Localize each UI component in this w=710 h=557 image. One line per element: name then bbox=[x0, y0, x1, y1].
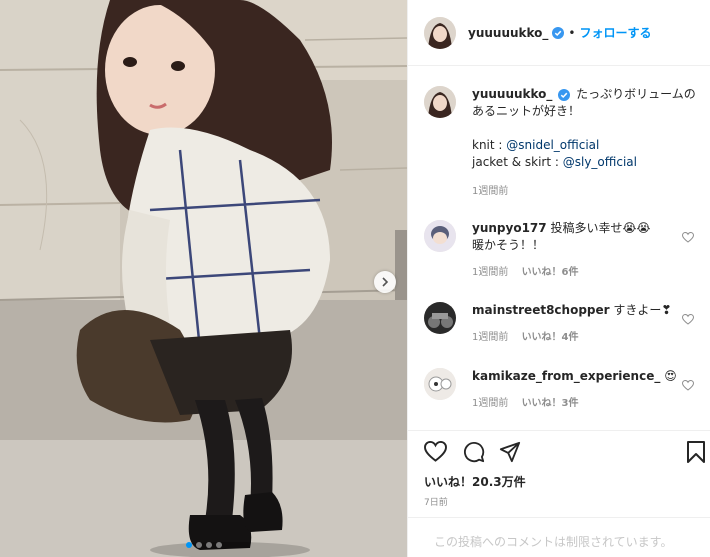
caption-body: yuuuuukko_ たっぷりボリュームの あるニットが好き！ knit : @… bbox=[472, 86, 702, 200]
comments-restricted-notice: この投稿へのコメントは制限されています。 bbox=[408, 517, 710, 557]
bookmark-icon[interactable] bbox=[687, 441, 705, 463]
verified-badge-icon bbox=[558, 88, 571, 101]
carousel-next-button[interactable] bbox=[374, 271, 396, 293]
caption: yuuuuukko_ たっぷりボリュームの あるニットが好き！ knit : @… bbox=[424, 86, 704, 200]
verified-badge-icon bbox=[552, 26, 565, 39]
comment-body: mainstreet8chopper すきよー❣ 1週間前 いいね！4件 bbox=[472, 302, 684, 346]
carousel-dot bbox=[195, 542, 202, 548]
post-actions: いいね！20.3万件 7日前 bbox=[408, 430, 710, 526]
timestamp[interactable]: 1週間前 bbox=[472, 186, 508, 197]
comment-meta: 1週間前 いいね！4件 bbox=[472, 329, 684, 346]
comment-body: yunpyo177 投稿多い幸せ😭😭 暖かそう！！ 1週間前 いいね！6件 bbox=[472, 220, 684, 281]
timestamp[interactable]: 1週間前 bbox=[472, 267, 508, 278]
timestamp[interactable]: 1週間前 bbox=[472, 332, 508, 343]
comment-item: yunpyo177 投稿多い幸せ😭😭 暖かそう！！ 1週間前 いいね！6件 bbox=[424, 220, 704, 281]
comment-text: 投稿多い幸せ😭😭 bbox=[550, 221, 651, 235]
post-header: yuuuuukko_ • フォローする bbox=[408, 0, 710, 66]
avatar[interactable] bbox=[424, 16, 456, 49]
chevron-right-icon bbox=[382, 277, 389, 287]
post-details: yuuuuukko_ • フォローする yuuuuukko_ たっぷりボリューム… bbox=[407, 0, 710, 557]
share-icon[interactable] bbox=[499, 441, 521, 463]
credit-label: knit : bbox=[472, 138, 507, 152]
like-heart-icon[interactable] bbox=[424, 441, 447, 462]
comment-text: すきよー❣ bbox=[613, 303, 672, 317]
likes-count[interactable]: いいね！20.3万件 bbox=[424, 473, 526, 490]
avatar[interactable] bbox=[424, 302, 456, 334]
comment-item: kamikaze_from_experience_ 😍 1週間前 いいね！3件 bbox=[424, 368, 704, 412]
comment-text: 😍 bbox=[664, 369, 677, 383]
comment-likes[interactable]: いいね！4件 bbox=[522, 332, 579, 343]
caption-text: たっぷりボリュームの bbox=[576, 87, 696, 101]
comment-text-line2: 暖かそう！！ bbox=[472, 238, 545, 252]
comment-meta: 1週間前 いいね！3件 bbox=[472, 395, 684, 412]
comment-meta: 1週間前 いいね！6件 bbox=[472, 264, 684, 281]
mention-link[interactable]: @snidel_official bbox=[506, 138, 599, 152]
comments-list: yuuuuukko_ たっぷりボリュームの あるニットが好き！ knit : @… bbox=[408, 66, 710, 430]
mention-link[interactable]: @sly_official bbox=[563, 155, 637, 169]
comment-likes[interactable]: いいね！3件 bbox=[522, 398, 579, 409]
caption-text-line2: あるニットが好き！ bbox=[472, 104, 581, 118]
comment-likes[interactable]: いいね！6件 bbox=[522, 267, 579, 278]
comment-username[interactable]: kamikaze_from_experience_ bbox=[472, 369, 660, 383]
avatar[interactable] bbox=[424, 86, 456, 118]
header-separator: • bbox=[568, 25, 576, 40]
caption-username[interactable]: yuuuuukko_ bbox=[472, 87, 552, 101]
avatar[interactable] bbox=[424, 220, 456, 252]
carousel-dots bbox=[0, 542, 407, 548]
comment-username[interactable]: mainstreet8chopper bbox=[472, 303, 610, 317]
follow-button[interactable]: フォローする bbox=[580, 24, 652, 41]
carousel-dot bbox=[215, 542, 222, 548]
photo-image bbox=[0, 0, 407, 557]
comment-item: mainstreet8chopper すきよー❣ 1週間前 いいね！4件 bbox=[424, 302, 704, 346]
post-timestamp[interactable]: 7日前 bbox=[424, 495, 448, 508]
caption-credit-jacket: jacket & skirt : @sly_official bbox=[472, 154, 702, 171]
comment-body: kamikaze_from_experience_ 😍 1週間前 いいね！3件 bbox=[472, 368, 684, 412]
credit-label: jacket & skirt : bbox=[472, 155, 563, 169]
caption-meta: 1週間前 bbox=[472, 183, 702, 200]
post-photo[interactable] bbox=[0, 0, 407, 557]
header-username[interactable]: yuuuuukko_ bbox=[468, 26, 548, 40]
comment-icon[interactable] bbox=[463, 441, 485, 463]
comment-username[interactable]: yunpyo177 bbox=[472, 221, 547, 235]
caption-credit-knit: knit : @snidel_official bbox=[472, 137, 702, 154]
heart-icon[interactable] bbox=[682, 232, 694, 243]
heart-icon[interactable] bbox=[682, 380, 694, 391]
timestamp[interactable]: 1週間前 bbox=[472, 398, 508, 409]
carousel-dot bbox=[205, 542, 212, 548]
heart-icon[interactable] bbox=[682, 314, 694, 325]
carousel-dot bbox=[185, 542, 192, 548]
avatar[interactable] bbox=[424, 368, 456, 400]
